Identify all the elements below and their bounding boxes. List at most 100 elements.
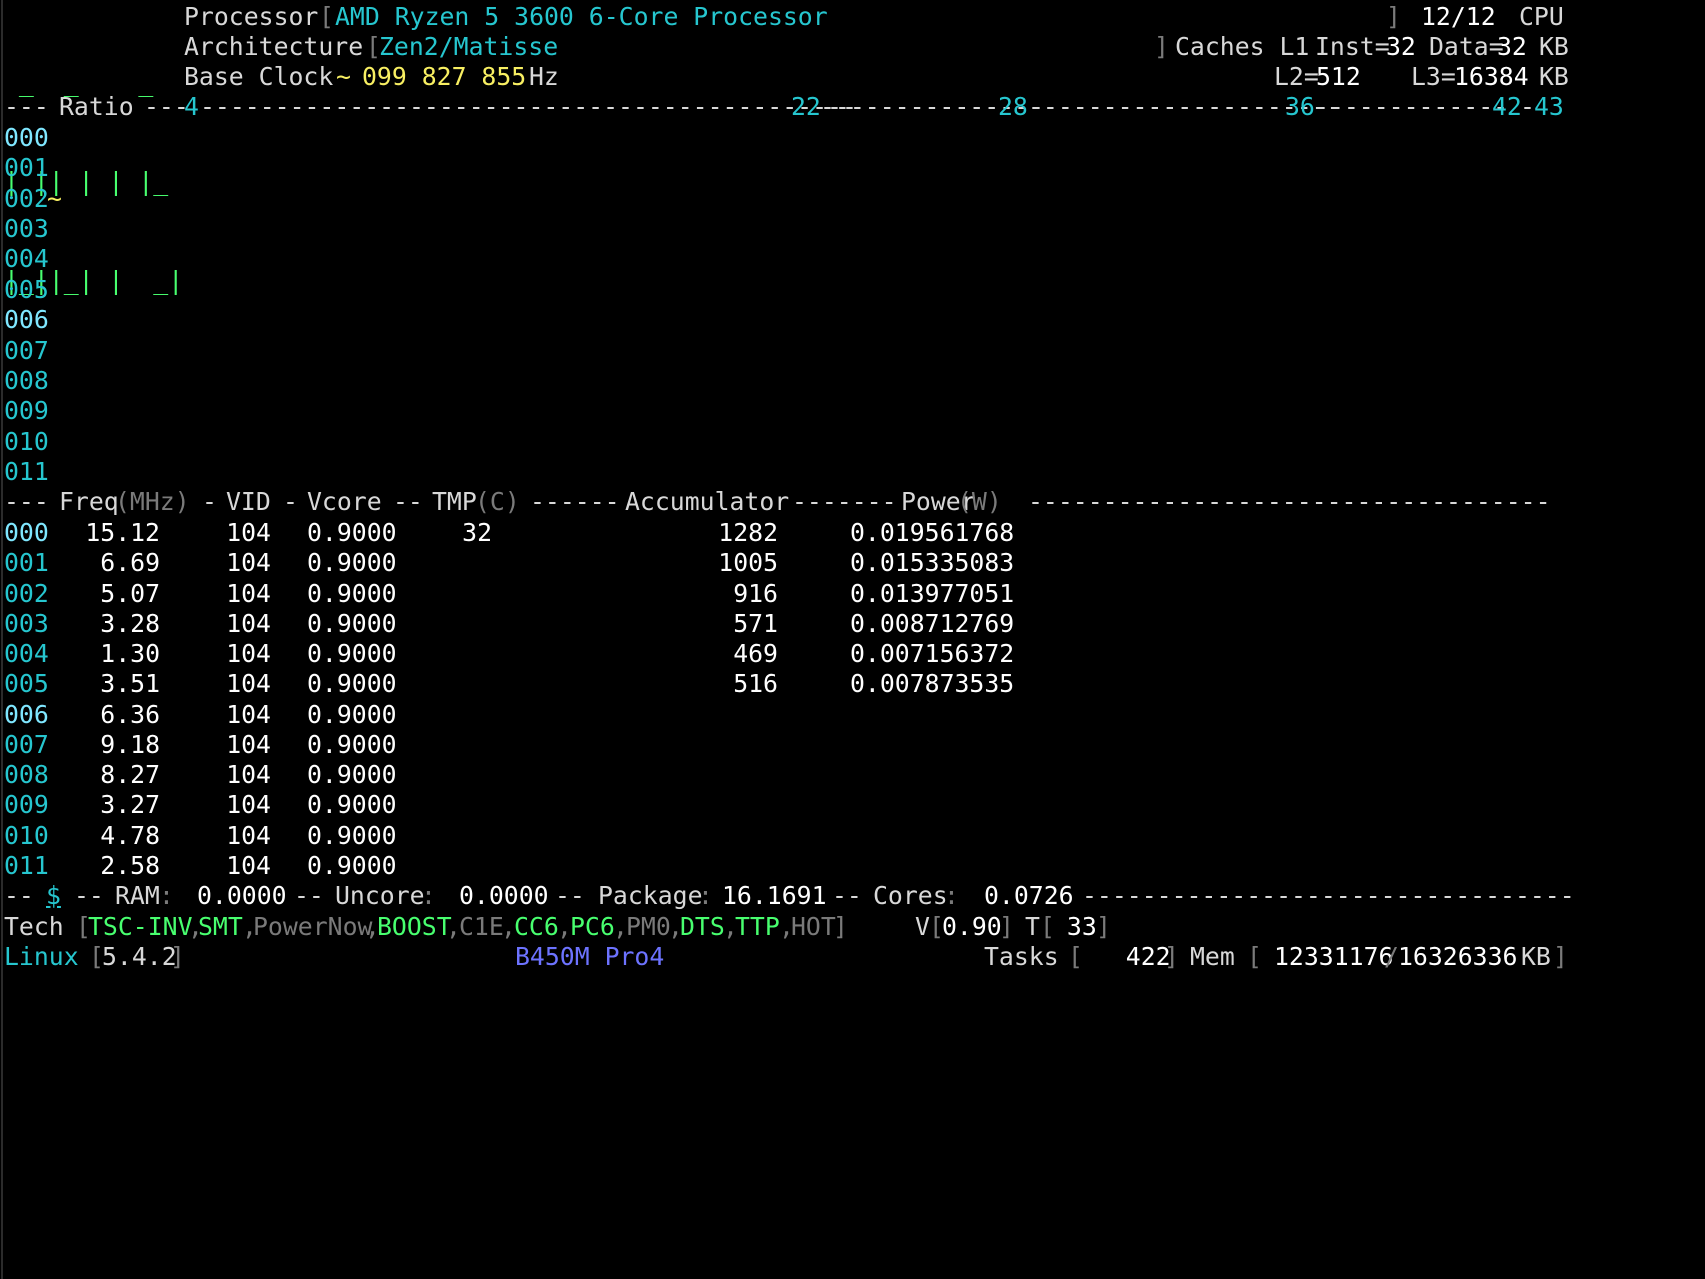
cores-label: Cores (873, 881, 948, 910)
table-row: 004 1.30 104 0.9000 469 0.007156372 (4, 637, 1705, 670)
vcore-value: 0.9000 (307, 700, 397, 729)
ratio-core-row: 007 (4, 334, 1705, 367)
tasks-value: 422 (1081, 942, 1171, 971)
tech-flag-ttp: TTP (735, 912, 780, 941)
package-value: 16.1691 (722, 881, 827, 910)
power-summary-line: -- $ -- RAM : 0.0000 -- Uncore : 0.0000 … (4, 879, 1705, 912)
tech-flag-smt: SMT (198, 912, 243, 941)
accumulator-value: 571 (733, 609, 778, 638)
terminal-left-edge (1, 0, 3, 1279)
l3-value: 16384 (1454, 62, 1529, 91)
memory-right-bracket: ] (1553, 942, 1568, 971)
data-label: Data= (1429, 32, 1504, 61)
ratio-title: Ratio (59, 92, 134, 121)
ratio-dashes-b: ----------------------------------------… (200, 92, 857, 121)
summary-dashes-d: -- (555, 881, 585, 910)
tech-flag-tsc-inv: TSC-INV (88, 912, 193, 941)
package-colon: : (698, 881, 713, 910)
frequency-value: 8.27 (100, 760, 160, 789)
header-dash-b: - (202, 487, 217, 516)
architecture-line: Architecture [ Zen2/Matisse ] Caches L1 … (4, 30, 1705, 63)
vcore-value: 0.9000 (307, 548, 397, 577)
table-row: 002 5.07 104 0.9000 916 0.013977051 (4, 577, 1705, 610)
table-row: 000 15.12 104 0.9000 32 1282 0.019561768 (4, 516, 1705, 549)
core-number: 000 (4, 518, 49, 547)
cores-value: 0.0726 (984, 881, 1074, 910)
vcore-value: 0.9000 (307, 518, 397, 547)
ratio-marker-42: 42 (1492, 92, 1522, 121)
power-value: 0.008712769 (850, 609, 1015, 638)
processor-line: Processor [ AMD Ryzen 5 3600 6-Core Proc… (4, 0, 1705, 33)
temperature-right-bracket: ] (1096, 912, 1111, 941)
package-label: Package (598, 881, 703, 910)
table-row: 007 9.18 104 0.9000 (4, 728, 1705, 761)
voltage-label: V (915, 912, 930, 941)
ram-value: 0.0000 (197, 881, 287, 910)
caches-label: Caches L1 (1175, 32, 1310, 61)
header-dashes-d: -- (393, 487, 423, 516)
power-value: 0.007873535 (850, 669, 1015, 698)
ratio-core-number: 001 (4, 153, 49, 182)
motherboard-name: B450M Pro4 (515, 942, 665, 971)
tasks-label: Tasks (984, 942, 1059, 971)
memory-slash: / (1384, 942, 1399, 971)
base-clock-line: Base Clock ~ 099 827 855 Hz L2= 512 L3= … (4, 60, 1705, 93)
core-number: 009 (4, 790, 49, 819)
vcore-value: 0.9000 (307, 579, 397, 608)
ratio-core-row: 004 (4, 242, 1705, 275)
table-row: 003 3.28 104 0.9000 571 0.008712769 (4, 607, 1705, 640)
vcore-value: 0.9000 (307, 851, 397, 880)
ratio-core-row: 005 (4, 273, 1705, 306)
data-value: 32 (1497, 32, 1527, 61)
summary-dashes-b: -- (74, 881, 104, 910)
vcore-value: 0.9000 (307, 821, 397, 850)
ratio-core-number: 004 (4, 244, 49, 273)
vid-value: 104 (226, 669, 271, 698)
corefreq-terminal-screen[interactable]: _ _ _ | || | | |_ |_||_| | _| Processor … (0, 0, 1705, 1279)
vcore-value: 0.9000 (307, 760, 397, 789)
tech-label: Tech (4, 912, 64, 941)
frequency-value: 15.12 (85, 518, 160, 547)
table-row: 008 8.27 104 0.9000 (4, 758, 1705, 791)
vid-value: 104 (226, 730, 271, 759)
frequency-value: 3.28 (100, 609, 160, 638)
inst-label: Inst= (1315, 32, 1390, 61)
processor-label: Processor (184, 2, 319, 31)
processor-left-bracket: [ (319, 2, 334, 31)
l3-label: L3= (1411, 62, 1456, 91)
memory-used: 12331176 (1274, 942, 1394, 971)
ratio-core-row: 011 (4, 455, 1705, 488)
tech-flag-dts: DTS (680, 912, 725, 941)
core-number: 011 (4, 851, 49, 880)
ratio-core-row: 006 (4, 303, 1705, 336)
memory-total: 16326336 (1398, 942, 1518, 971)
vid-value: 104 (226, 548, 271, 577)
core-number: 010 (4, 821, 49, 850)
accumulator-value: 1282 (718, 518, 778, 547)
vcore-value: 0.9000 (307, 609, 397, 638)
dollar-toggle[interactable]: $ (46, 879, 61, 912)
vid-value: 104 (226, 609, 271, 638)
temperature-value: 32 (462, 518, 492, 547)
summary-dashes-e: -- (832, 881, 862, 910)
ratio-left-dashes: --- (4, 92, 49, 121)
vcore-value: 0.9000 (307, 669, 397, 698)
cores-colon: : (944, 881, 959, 910)
header-dashes-a: --- (4, 487, 49, 516)
voltage-value: 0.90 (942, 912, 1002, 941)
kernel-version: 5.4.2 (102, 942, 177, 971)
frequency-value: 3.27 (100, 790, 160, 819)
tech-flag-hot: HOT (791, 912, 836, 941)
uncore-label: Uncore (335, 881, 425, 910)
processor-right-bracket: ] (1386, 2, 1401, 31)
ram-label: RAM (115, 881, 160, 910)
vid-value: 104 (226, 518, 271, 547)
kernel-right-bracket: ] (170, 942, 185, 971)
tech-features-line: Tech [ TSC-INV , SMT , PowerNow , BOOST … (4, 910, 1705, 943)
header-dashes-f: ------- (792, 487, 897, 516)
table-row: 009 3.27 104 0.9000 (4, 788, 1705, 821)
ratio-core-row: 009 (4, 394, 1705, 427)
core-number: 007 (4, 730, 49, 759)
frequency-value: 6.69 (100, 548, 160, 577)
ratio-core-number: 003 (4, 214, 49, 243)
